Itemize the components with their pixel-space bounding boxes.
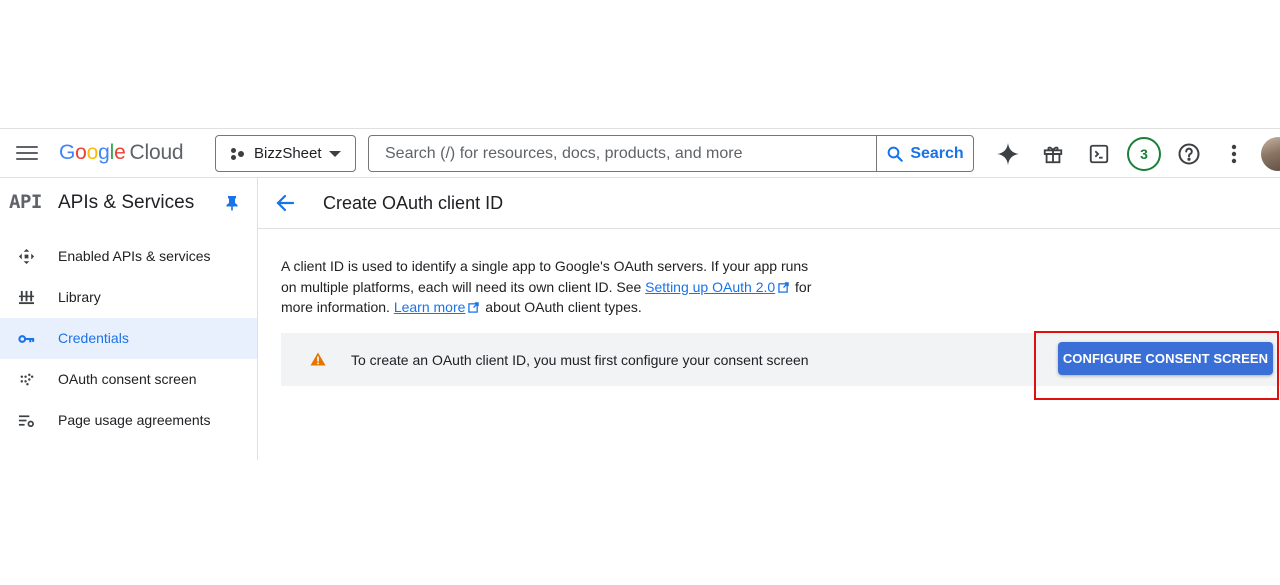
more-vert-icon[interactable]: [1221, 141, 1247, 167]
learn-more-link[interactable]: Learn more: [394, 299, 466, 315]
sidebar-item-label: Enabled APIs & services: [58, 248, 211, 264]
external-link-icon: [468, 302, 480, 313]
sidebar-item-enabled-apis[interactable]: Enabled APIs & services: [0, 236, 257, 277]
sidebar-item-oauth-consent[interactable]: OAuth consent screen: [0, 359, 257, 400]
sidebar-nav: Enabled APIs & services Library Credenti…: [0, 236, 257, 441]
enabled-apis-icon: [18, 248, 35, 265]
page-header: Create OAuth client ID: [258, 178, 1280, 229]
pin-icon[interactable]: [225, 195, 239, 216]
page-title: Create OAuth client ID: [323, 193, 504, 213]
search-button-label: Search: [910, 144, 964, 162]
gift-icon[interactable]: [1040, 141, 1066, 167]
banner-message: To create an OAuth client ID, you must f…: [351, 352, 809, 368]
api-logo: API: [9, 191, 42, 213]
sidebar-item-label: Page usage agreements: [58, 412, 211, 428]
setting-up-oauth-link[interactable]: Setting up OAuth 2.0: [645, 279, 775, 295]
cloud-shell-icon[interactable]: [1086, 141, 1112, 167]
search-bar: Search: [368, 135, 974, 172]
notifications-badge[interactable]: 3: [1127, 137, 1161, 171]
key-icon: [18, 330, 35, 347]
configure-consent-screen-button[interactable]: CONFIGURE CONSENT SCREEN: [1058, 342, 1273, 375]
sidebar-item-page-usage[interactable]: Page usage agreements: [0, 400, 257, 441]
avatar[interactable]: [1261, 137, 1280, 171]
sidebar-item-label: Credentials: [58, 330, 129, 346]
sidebar: API APIs & Services Enabled APIs & servi…: [0, 178, 258, 460]
sidebar-item-library[interactable]: Library: [0, 277, 257, 318]
project-dots-icon: [230, 147, 244, 161]
sidebar-item-credentials[interactable]: Credentials: [0, 318, 257, 359]
search-icon: [887, 146, 904, 162]
warning-banner: To create an OAuth client ID, you must f…: [281, 333, 1280, 386]
menu-icon[interactable]: [16, 143, 38, 163]
search-button[interactable]: Search: [876, 136, 973, 171]
external-link-icon: [778, 281, 789, 293]
help-icon[interactable]: [1176, 141, 1202, 167]
warning-icon: [310, 352, 326, 371]
description-text-3: about OAuth client types.: [481, 299, 642, 315]
description: A client ID is used to identify a single…: [281, 256, 821, 318]
logo-cloud-word: Cloud: [129, 141, 184, 164]
project-name: BizzSheet: [254, 145, 322, 162]
agreements-icon: [18, 412, 35, 429]
gemini-icon[interactable]: [995, 141, 1021, 167]
sidebar-title: APIs & Services: [58, 192, 195, 213]
search-input[interactable]: [369, 136, 876, 171]
top-bar: GoogleCloud BizzSheet Search 3: [0, 128, 1280, 178]
library-icon: [18, 289, 35, 306]
chevron-down-icon: [329, 151, 341, 157]
sidebar-item-label: Library: [58, 289, 101, 305]
back-arrow-icon[interactable]: [275, 193, 295, 218]
sidebar-item-label: OAuth consent screen: [58, 371, 197, 387]
logo-google-word: Google: [59, 141, 126, 164]
project-picker[interactable]: BizzSheet: [215, 135, 356, 172]
sidebar-header: API APIs & Services: [0, 178, 257, 229]
google-cloud-logo[interactable]: Google Cloud: [59, 141, 184, 165]
consent-icon: [18, 371, 35, 388]
